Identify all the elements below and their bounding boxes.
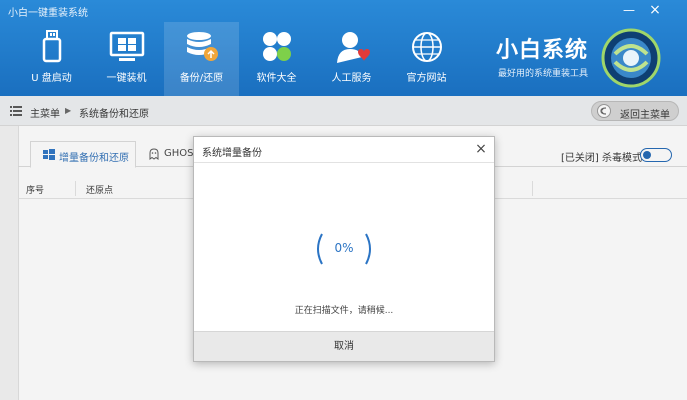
nav-label: 软件大全 [256, 73, 297, 84]
app-header: 小白一键重装系统 — × U 盘启动 一键装机 备份/还原 软件大全 人工服务 … [0, 0, 687, 96]
progress-percent: 0% [334, 241, 354, 255]
dialog-header: 系统增量备份 × [194, 137, 494, 163]
globe-icon [412, 32, 442, 62]
brand-tagline: 最好用的系统重装工具 [498, 69, 589, 79]
nav-label: 官方网站 [406, 73, 447, 84]
brand-name: 小白系统 [496, 38, 589, 63]
nav-item-usb-boot[interactable]: U 盘启动 [14, 22, 89, 96]
main-nav: U 盘启动 一键装机 备份/还原 软件大全 人工服务 官方网站 [14, 22, 464, 96]
minimize-button[interactable]: — [618, 2, 640, 18]
nav-item-backup-restore[interactable]: 备份/还原 [164, 22, 239, 96]
software-icon [263, 32, 291, 61]
nav-item-support[interactable]: 人工服务 [314, 22, 389, 96]
windows-icon [109, 31, 145, 61]
nav-label: 一键装机 [106, 73, 147, 84]
logo-icon [601, 28, 661, 88]
database-icon [187, 32, 218, 61]
dialog-close-button[interactable]: × [473, 141, 489, 157]
nav-label: U 盘启动 [31, 73, 72, 84]
close-window-button[interactable]: × [644, 2, 666, 18]
nav-label: 备份/还原 [179, 73, 224, 84]
dialog-footer: 取消 [194, 331, 494, 361]
dialog-status: 正在扫描文件，请稍候... [294, 306, 394, 316]
support-person-icon [337, 32, 370, 63]
usb-drive-icon [42, 30, 62, 63]
nav-item-one-click-install[interactable]: 一键装机 [89, 22, 164, 96]
backup-dialog: 系统增量备份 × 0% 正在扫描文件，请稍候... 取消 [193, 136, 495, 362]
nav-item-website[interactable]: 官方网站 [389, 22, 464, 96]
app-title: 小白一键重装系统 [8, 8, 88, 19]
nav-label: 人工服务 [331, 73, 372, 84]
cancel-button[interactable]: 取消 [194, 332, 494, 362]
dialog-title: 系统增量备份 [202, 148, 262, 159]
nav-item-software[interactable]: 软件大全 [239, 22, 314, 96]
